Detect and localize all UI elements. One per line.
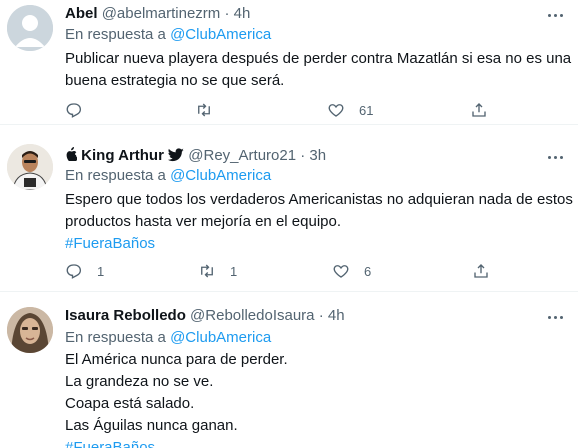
- tweet-actions: 61: [65, 100, 505, 120]
- avatar[interactable]: [7, 144, 53, 190]
- tweet-header: King Arthur @Rey_Arturo21 · 3h: [65, 147, 326, 165]
- reply-context: En respuesta a @ClubAmerica: [65, 166, 271, 186]
- share-button[interactable]: [472, 261, 490, 281]
- retweet-button[interactable]: [195, 100, 213, 120]
- share-icon: [474, 264, 488, 278]
- separator-dot: ·: [318, 307, 324, 324]
- reply-prefix: En respuesta a: [65, 329, 166, 346]
- user-photo-icon: [7, 307, 53, 353]
- tweet-text: El América nunca para de perder. La gran…: [65, 349, 565, 448]
- like-count: 6: [364, 263, 372, 279]
- avatar[interactable]: [7, 5, 53, 51]
- tweet[interactable]: Abel @abelmartinezrm · 4h En respuesta a…: [0, 0, 578, 125]
- tweet-header: Abel @abelmartinezrm · 4h: [65, 5, 250, 23]
- tweet-actions: 1 1 6: [65, 261, 505, 281]
- like-button[interactable]: 61: [327, 100, 373, 120]
- share-button[interactable]: [470, 100, 488, 120]
- hashtag-link[interactable]: #FueraBaños: [65, 233, 565, 255]
- display-name[interactable]: Abel: [65, 5, 98, 22]
- retweet-count: 1: [230, 263, 238, 279]
- tweet-text-line: Las Águilas nunca ganan.: [65, 417, 238, 434]
- user-handle[interactable]: @abelmartinezrm: [102, 5, 221, 22]
- tweet-text-line: La grandeza no se ve.: [65, 373, 214, 390]
- display-name[interactable]: Isaura Rebolledo: [65, 307, 186, 324]
- heart-icon: [333, 265, 349, 278]
- tweet-text-line: buena estrategia no se que será.: [65, 72, 285, 89]
- tweet[interactable]: Isaura Rebolledo @RebolledoIsaura · 4h E…: [0, 293, 578, 448]
- tweet-text: Espero que todos los verdaderos American…: [65, 189, 573, 255]
- reply-button[interactable]: 1: [65, 261, 104, 281]
- reply-context: En respuesta a @ClubAmerica: [65, 25, 271, 45]
- tweet-text-line: El América nunca para de perder.: [65, 351, 288, 368]
- display-name[interactable]: King Arthur: [81, 147, 164, 164]
- reply-button[interactable]: [65, 100, 83, 120]
- tweet-header: Isaura Rebolledo @RebolledoIsaura · 4h: [65, 307, 345, 325]
- apple-icon: [66, 147, 78, 162]
- retweet-icon: [198, 103, 210, 117]
- tweet[interactable]: King Arthur @Rey_Arturo21 · 3h En respue…: [0, 126, 578, 292]
- retweet-icon: [201, 264, 213, 278]
- timestamp[interactable]: 4h: [328, 307, 345, 324]
- tweet-text-line: Coapa está salado.: [65, 395, 195, 412]
- like-button[interactable]: 6: [332, 261, 371, 281]
- more-icon[interactable]: [548, 8, 564, 22]
- separator-dot: ·: [300, 147, 306, 164]
- tweet-text-line: Espero que todos los verdaderos American…: [65, 191, 573, 208]
- tweet-text-line: Publicar nueva playera después de perder…: [65, 50, 572, 67]
- timestamp[interactable]: 4h: [234, 5, 251, 22]
- reply-context: En respuesta a @ClubAmerica: [65, 328, 271, 348]
- tweet-text-line: productos hasta ver mejoría en el equipo…: [65, 213, 341, 230]
- tweet-text: Publicar nueva playera después de perder…: [65, 48, 572, 92]
- user-handle[interactable]: @RebolledoIsaura: [190, 307, 314, 324]
- separator-dot: ·: [224, 5, 230, 22]
- more-icon[interactable]: [548, 150, 564, 164]
- share-icon: [472, 103, 486, 117]
- avatar[interactable]: [7, 307, 53, 353]
- twitter-bird-icon: [167, 148, 184, 162]
- reply-prefix: En respuesta a: [65, 167, 166, 184]
- reply-mention-link[interactable]: @ClubAmerica: [170, 167, 271, 184]
- reply-mention-link[interactable]: @ClubAmerica: [170, 329, 271, 346]
- user-photo-icon: [7, 144, 53, 190]
- reply-icon: [66, 103, 82, 118]
- reply-count: 1: [97, 263, 105, 279]
- timestamp[interactable]: 3h: [309, 147, 326, 164]
- like-count: 61: [359, 102, 374, 118]
- reply-mention-link[interactable]: @ClubAmerica: [170, 26, 271, 43]
- default-avatar-icon: [7, 5, 53, 51]
- retweet-button[interactable]: 1: [198, 261, 237, 281]
- more-icon[interactable]: [548, 310, 564, 324]
- reply-prefix: En respuesta a: [65, 26, 166, 43]
- heart-icon: [328, 104, 344, 117]
- hashtag-link[interactable]: #FueraBaños: [65, 437, 565, 448]
- user-handle[interactable]: @Rey_Arturo21: [188, 147, 296, 164]
- reply-icon: [66, 264, 82, 279]
